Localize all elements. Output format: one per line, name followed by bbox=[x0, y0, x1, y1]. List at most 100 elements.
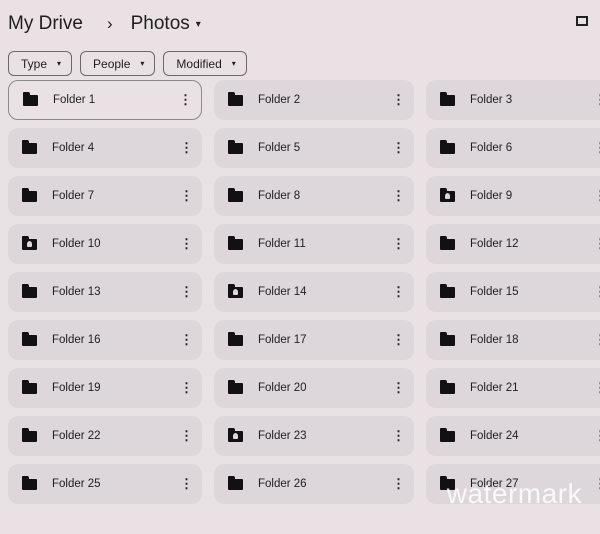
folder-item[interactable]: Folder 24 ⋮ bbox=[426, 416, 600, 456]
more-options-icon[interactable]: ⋮ bbox=[392, 236, 405, 252]
folder-item[interactable]: Folder 26 ⋮ bbox=[214, 464, 414, 504]
more-options-icon[interactable]: ⋮ bbox=[594, 476, 600, 492]
folder-item[interactable]: Folder 18 ⋮ bbox=[426, 320, 600, 360]
folder-item[interactable]: Folder 3 ⋮ bbox=[426, 80, 600, 120]
folder-icon bbox=[440, 331, 455, 346]
more-options-icon[interactable]: ⋮ bbox=[594, 92, 600, 108]
more-options-icon[interactable]: ⋮ bbox=[594, 188, 600, 204]
shared-folder-icon bbox=[228, 427, 243, 442]
breadcrumb-dropdown-icon[interactable]: ▾ bbox=[196, 19, 201, 30]
folder-name: Folder 9 bbox=[470, 190, 513, 202]
folder-item[interactable]: Folder 15 ⋮ bbox=[426, 272, 600, 312]
folder-icon bbox=[228, 187, 243, 202]
more-options-icon[interactable]: ⋮ bbox=[180, 284, 193, 300]
folder-item[interactable]: Folder 5 ⋮ bbox=[214, 128, 414, 168]
folder-item[interactable]: Folder 12 ⋮ bbox=[426, 224, 600, 264]
folder-icon bbox=[22, 187, 37, 202]
folder-item[interactable]: Folder 10 ⋮ bbox=[8, 224, 202, 264]
shared-folder-icon bbox=[440, 187, 455, 202]
more-options-icon[interactable]: ⋮ bbox=[179, 92, 192, 108]
folder-icon bbox=[22, 427, 37, 442]
folder-icon bbox=[22, 331, 37, 346]
folder-grid: Folder 1⋮Folder 2⋮Folder 3⋮Folder 4⋮Fold… bbox=[8, 80, 600, 504]
folder-name: Folder 10 bbox=[52, 238, 101, 250]
folder-icon bbox=[440, 379, 455, 394]
folder-name: Folder 21 bbox=[470, 382, 519, 394]
more-options-icon[interactable]: ⋮ bbox=[594, 428, 600, 444]
folder-icon bbox=[22, 283, 37, 298]
more-options-icon[interactable]: ⋮ bbox=[180, 188, 193, 204]
folder-name: Folder 14 bbox=[258, 286, 307, 298]
folder-item[interactable]: Folder 2 ⋮ bbox=[214, 80, 414, 120]
folder-icon bbox=[22, 475, 37, 490]
folder-name: Folder 2 bbox=[258, 94, 301, 106]
more-options-icon[interactable]: ⋮ bbox=[180, 428, 193, 444]
folder-icon bbox=[228, 379, 243, 394]
folder-name: Folder 22 bbox=[52, 430, 101, 442]
more-options-icon[interactable]: ⋮ bbox=[594, 236, 600, 252]
more-options-icon[interactable]: ⋮ bbox=[594, 380, 600, 396]
folder-item[interactable]: Folder 22 ⋮ bbox=[8, 416, 202, 456]
chevron-down-icon: ▾ bbox=[140, 59, 145, 68]
breadcrumb-current[interactable]: Photos bbox=[131, 13, 190, 35]
folder-icon bbox=[440, 283, 455, 298]
folder-item[interactable]: Folder 9 ⋮ bbox=[426, 176, 600, 216]
more-options-icon[interactable]: ⋮ bbox=[392, 284, 405, 300]
folder-item[interactable]: Folder 6 ⋮ bbox=[426, 128, 600, 168]
filter-bar: Type ▾ People ▾ Modified ▾ bbox=[8, 51, 247, 76]
folder-icon bbox=[22, 139, 37, 154]
chevron-down-icon: ▾ bbox=[231, 59, 236, 68]
more-options-icon[interactable]: ⋮ bbox=[594, 332, 600, 348]
folder-item[interactable]: Folder 7 ⋮ bbox=[8, 176, 202, 216]
filter-modified[interactable]: Modified ▾ bbox=[163, 51, 247, 76]
more-options-icon[interactable]: ⋮ bbox=[180, 476, 193, 492]
folder-item[interactable]: Folder 20 ⋮ bbox=[214, 368, 414, 408]
more-options-icon[interactable]: ⋮ bbox=[180, 140, 193, 156]
folder-name: Folder 19 bbox=[52, 382, 101, 394]
more-options-icon[interactable]: ⋮ bbox=[392, 476, 405, 492]
more-options-icon[interactable]: ⋮ bbox=[392, 188, 405, 204]
breadcrumb-root[interactable]: My Drive bbox=[8, 13, 83, 35]
folder-name: Folder 25 bbox=[52, 478, 101, 490]
shared-folder-icon bbox=[22, 235, 37, 250]
more-options-icon[interactable]: ⋮ bbox=[180, 236, 193, 252]
list-view-icon[interactable] bbox=[576, 16, 588, 26]
folder-item[interactable]: Folder 8 ⋮ bbox=[214, 176, 414, 216]
folder-name: Folder 13 bbox=[52, 286, 101, 298]
folder-item[interactable]: Folder 19 ⋮ bbox=[8, 368, 202, 408]
filter-type[interactable]: Type ▾ bbox=[8, 51, 73, 76]
folder-name: Folder 6 bbox=[470, 142, 513, 154]
more-options-icon[interactable]: ⋮ bbox=[392, 140, 405, 156]
folder-item[interactable]: Folder 1 ⋮ bbox=[8, 80, 202, 120]
folder-item[interactable]: Folder 13 ⋮ bbox=[8, 272, 202, 312]
more-options-icon[interactable]: ⋮ bbox=[392, 380, 405, 396]
folder-item[interactable]: Folder 11 ⋮ bbox=[214, 224, 414, 264]
header: My Drive › Photos ▾ bbox=[8, 8, 588, 40]
folder-item[interactable]: Folder 25 ⋮ bbox=[8, 464, 202, 504]
folder-name: Folder 3 bbox=[470, 94, 513, 106]
more-options-icon[interactable]: ⋮ bbox=[392, 332, 405, 348]
folder-item[interactable]: Folder 4 ⋮ bbox=[8, 128, 202, 168]
folder-icon bbox=[228, 91, 243, 106]
folder-item[interactable]: Folder 17 ⋮ bbox=[214, 320, 414, 360]
folder-icon bbox=[228, 475, 243, 490]
filter-people[interactable]: People ▾ bbox=[80, 51, 156, 76]
more-options-icon[interactable]: ⋮ bbox=[594, 140, 600, 156]
more-options-icon[interactable]: ⋮ bbox=[180, 380, 193, 396]
folder-icon bbox=[228, 139, 243, 154]
folder-name: Folder 5 bbox=[258, 142, 301, 154]
folder-name: Folder 7 bbox=[52, 190, 95, 202]
more-options-icon[interactable]: ⋮ bbox=[392, 92, 405, 108]
folder-icon bbox=[440, 235, 455, 250]
folder-icon bbox=[228, 235, 243, 250]
more-options-icon[interactable]: ⋮ bbox=[594, 284, 600, 300]
folder-item[interactable]: Folder 14 ⋮ bbox=[214, 272, 414, 312]
folder-item[interactable]: Folder 23 ⋮ bbox=[214, 416, 414, 456]
more-options-icon[interactable]: ⋮ bbox=[180, 332, 193, 348]
folder-name: Folder 11 bbox=[258, 238, 306, 250]
more-options-icon[interactable]: ⋮ bbox=[392, 428, 405, 444]
folder-name: Folder 15 bbox=[470, 286, 519, 298]
folder-item[interactable]: Folder 21 ⋮ bbox=[426, 368, 600, 408]
folder-icon bbox=[440, 427, 455, 442]
folder-item[interactable]: Folder 16 ⋮ bbox=[8, 320, 202, 360]
